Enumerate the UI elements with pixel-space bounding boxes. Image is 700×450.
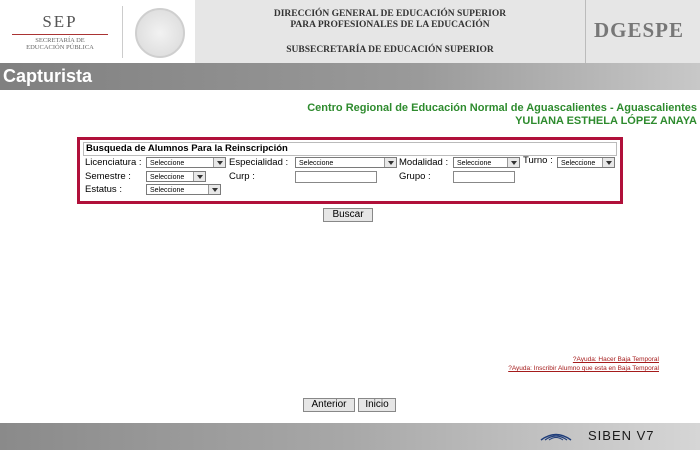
modalidad-select[interactable]: Seleccione: [453, 157, 520, 168]
chevron-down-icon: [384, 158, 396, 167]
curp-input[interactable]: [295, 171, 377, 183]
curp-label: Curp :: [229, 171, 255, 182]
anterior-button[interactable]: Anterior: [303, 398, 355, 412]
sep-logo: SEP SECRETARÍA DE EDUCACIÓN PÚBLICA: [4, 12, 116, 56]
licenciatura-select[interactable]: Seleccione: [146, 157, 226, 168]
national-seal: [122, 6, 191, 58]
turno-label: Turno :: [523, 155, 553, 166]
page-title: Capturista: [3, 66, 93, 86]
semestre-select[interactable]: Seleccione: [146, 171, 206, 182]
header: SEP SECRETARÍA DE EDUCACIÓN PÚBLICA DIRE…: [0, 0, 700, 63]
estatus-label: Estatus :: [85, 184, 122, 195]
product-label: SIBEN V7: [588, 428, 655, 443]
sep-divider: [12, 34, 108, 35]
licenciatura-label: Licenciatura :: [85, 157, 142, 168]
dgespe-logo-area: DGESPE: [585, 0, 700, 63]
chevron-down-icon: [193, 172, 205, 181]
footer: SIBEN V7: [0, 423, 700, 450]
title-bar: Capturista: [0, 63, 700, 90]
help-link-baja-temporal[interactable]: ?Ayuda: Hacer Baja Temporal: [573, 356, 659, 363]
modalidad-select-value: Seleccione: [457, 160, 492, 167]
sep-subtitle-1: SECRETARÍA DE: [35, 37, 85, 44]
institution-name: Centro Regional de Educación Normal de A…: [307, 102, 697, 114]
direccion-line-2: PARA PROFESIONALES DE LA EDUCACIÓN: [290, 20, 490, 30]
especialidad-select[interactable]: Seleccione: [295, 157, 397, 168]
turno-select-value: Seleccione: [561, 160, 596, 167]
sep-logo-text: SEP: [42, 12, 78, 31]
grupo-label: Grupo :: [399, 171, 431, 182]
institution-info: Centro Regional de Educación Normal de A…: [307, 102, 697, 128]
chevron-down-icon: [602, 158, 614, 167]
help-link-inscribir-baja[interactable]: ?Ayuda: Inscribir Alumno que esta en Baj…: [508, 365, 659, 372]
direccion-line-1: DIRECCIÓN GENERAL DE EDUCACIÓN SUPERIOR: [273, 9, 507, 19]
especialidad-label: Especialidad :: [229, 157, 289, 168]
header-center: DIRECCIÓN GENERAL DE EDUCACIÓN SUPERIOR …: [195, 0, 585, 63]
turno-select[interactable]: Seleccione: [557, 157, 615, 168]
search-panel: Busqueda de Alumnos Para la Reinscripció…: [77, 137, 623, 204]
dgespe-logo: DGESPE: [594, 18, 685, 42]
direccion-title: DIRECCIÓN GENERAL DE EDUCACIÓN SUPERIOR …: [195, 9, 585, 31]
semestre-select-value: Seleccione: [150, 174, 185, 181]
grupo-input[interactable]: [453, 171, 515, 183]
user-name: YULIANA ESTHELA LÓPEZ ANAYA: [515, 115, 697, 127]
semestre-label: Semestre :: [85, 171, 131, 182]
subsecretaria-title: SUBSECRETARÍA DE EDUCACIÓN SUPERIOR: [286, 45, 494, 55]
buscar-button[interactable]: Buscar: [323, 208, 373, 222]
siben-logo-icon: [540, 433, 572, 441]
estatus-select-value: Seleccione: [150, 187, 185, 194]
sep-subtitle-2: EDUCACIÓN PÚBLICA: [26, 44, 94, 51]
inicio-button[interactable]: Inicio: [358, 398, 396, 412]
search-panel-title: Busqueda de Alumnos Para la Reinscripció…: [83, 142, 617, 156]
estatus-select[interactable]: Seleccione: [146, 184, 221, 195]
especialidad-select-value: Seleccione: [299, 160, 334, 167]
sep-logo-area: SEP SECRETARÍA DE EDUCACIÓN PÚBLICA: [0, 0, 195, 63]
eagle-seal-icon: [135, 8, 185, 58]
chevron-down-icon: [213, 158, 225, 167]
chevron-down-icon: [507, 158, 519, 167]
licenciatura-select-value: Seleccione: [150, 160, 185, 167]
chevron-down-icon: [208, 185, 220, 194]
modalidad-label: Modalidad :: [399, 157, 449, 168]
